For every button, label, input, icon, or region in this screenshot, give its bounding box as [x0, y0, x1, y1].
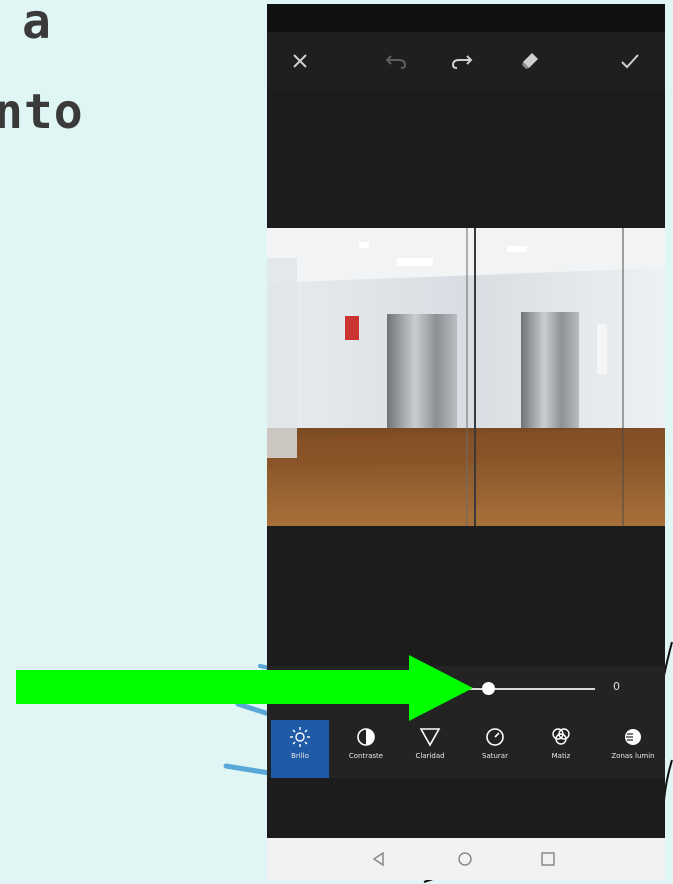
- slide-heading-fragment-1: a: [22, 0, 52, 50]
- brightness-icon: [290, 727, 310, 747]
- redo-icon: [451, 55, 473, 69]
- tool-contrast[interactable]: Contraste: [337, 720, 395, 778]
- bottom-spacer: [267, 778, 665, 838]
- redo-button[interactable]: [447, 46, 477, 76]
- clarity-icon: [419, 728, 441, 747]
- close-icon: [293, 54, 307, 68]
- back-button[interactable]: [370, 850, 388, 868]
- slider-value: 0: [613, 680, 620, 693]
- tool-label: Matiz: [551, 752, 571, 760]
- slide-heading-fragment-2: nto: [0, 84, 84, 140]
- back-icon: [372, 851, 384, 867]
- editor-toolbar: [267, 32, 665, 90]
- tool-brightness[interactable]: Brillo: [271, 720, 329, 778]
- apply-button[interactable]: [615, 46, 645, 76]
- adjustment-tools-row: Brillo Contraste Claridad Saturar Matiz …: [267, 712, 665, 778]
- saturation-icon: [486, 728, 504, 746]
- tool-clarity[interactable]: Claridad: [401, 720, 459, 778]
- status-bar: [267, 4, 665, 32]
- tool-label: Contraste: [348, 752, 384, 760]
- tool-saturation[interactable]: Saturar: [466, 720, 524, 778]
- tool-label: Brillo: [291, 752, 309, 760]
- tool-label: Saturar: [482, 752, 508, 760]
- tool-hue[interactable]: Matiz: [532, 720, 590, 778]
- recents-button[interactable]: [539, 850, 557, 868]
- android-nav-bar: [267, 838, 665, 880]
- home-icon: [458, 852, 472, 866]
- eraser-icon: [522, 53, 538, 69]
- image-canvas: [267, 90, 665, 666]
- hue-icon: [552, 728, 570, 745]
- home-button[interactable]: [456, 850, 474, 868]
- slider-knob[interactable]: [482, 682, 495, 695]
- tool-label: Claridad: [415, 752, 445, 760]
- check-icon: [621, 54, 639, 69]
- tool-highlights[interactable]: Zonas lumin: [601, 720, 665, 778]
- recents-icon: [541, 852, 555, 866]
- contrast-icon: [357, 728, 375, 746]
- phone-screen: 0 Brillo Contraste Claridad Saturar Mati…: [267, 4, 665, 880]
- edited-photo: [267, 228, 665, 526]
- tool-label: Zonas lumin: [611, 752, 655, 760]
- undo-button[interactable]: [381, 46, 411, 76]
- highlights-icon: [625, 729, 641, 745]
- eraser-button[interactable]: [515, 46, 545, 76]
- green-pointer-arrow: [16, 655, 473, 721]
- close-button[interactable]: [285, 46, 315, 76]
- undo-icon: [385, 55, 407, 69]
